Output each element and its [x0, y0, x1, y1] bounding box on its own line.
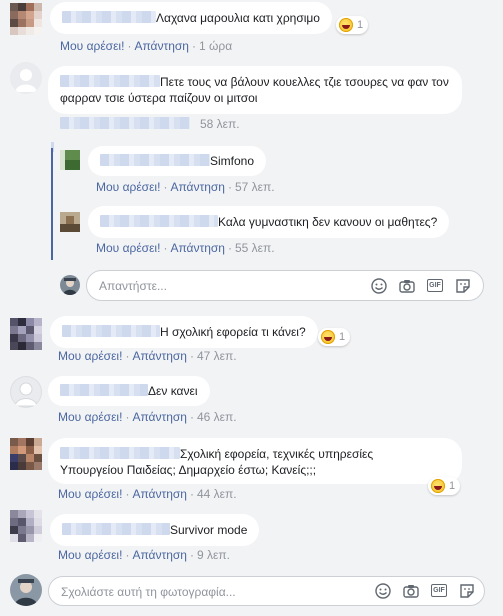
smiley-icon[interactable] [374, 582, 392, 600]
sticker-icon[interactable] [454, 277, 472, 295]
replier-name[interactable] [100, 154, 210, 166]
commenter-name[interactable] [60, 75, 160, 87]
comment-input[interactable] [61, 583, 311, 601]
comment-actions: Μου αρέσει! · Απάντηση · 9 λεπ. [58, 548, 230, 562]
like-link[interactable]: Μου αρέσει! [96, 241, 160, 255]
comment-actions: Μου αρέσει! · Απάντηση · 44 λεπ. [58, 487, 237, 501]
comment-text: Δεν κανει [148, 384, 198, 398]
commenter-avatar[interactable] [10, 510, 42, 542]
reply-link[interactable]: Απάντηση [132, 410, 187, 424]
reply-link[interactable]: Απάντηση [134, 39, 189, 53]
commenter-avatar[interactable] [10, 438, 42, 470]
commenter-name[interactable] [62, 11, 156, 23]
timestamp[interactable]: 55 λεπ. [235, 241, 275, 255]
current-user-avatar[interactable] [10, 574, 42, 606]
timestamp[interactable]: 58 λεπ. [200, 117, 240, 131]
reply-bubble: Καλα γυμναστικη δεν κανουν οι μαθητες? [88, 206, 450, 238]
comment-bubble: Σχολική εφορεία, τεχνικές υπηρεσίες Υπου… [48, 438, 462, 484]
commenter-name[interactable] [62, 523, 170, 535]
laughing-emoji-icon [339, 18, 353, 32]
reaction-count[interactable]: 1 [318, 328, 351, 346]
comment-text: Η σχολική εφορεία τι κάνει? [160, 325, 306, 339]
comment-actions: Μου αρέσει! · Απάντηση · 47 λεπ. [58, 349, 237, 363]
like-link[interactable]: Μου αρέσει! [58, 349, 122, 363]
smiley-icon[interactable] [370, 277, 388, 295]
reply-bubble: Simfono [88, 146, 267, 176]
timestamp[interactable]: 57 λεπ. [235, 180, 275, 194]
reply-link[interactable]: Απάντηση [132, 349, 187, 363]
reply-input-box: GIF [86, 270, 484, 301]
camera-icon[interactable] [402, 582, 420, 600]
reply-actions: Μου αρέσει! · Απάντηση · 57 λεπ. [96, 180, 275, 194]
comment-actions: Μου αρέσει! · Απάντηση · 46 λεπ. [58, 410, 237, 424]
thread-line [51, 148, 53, 260]
comment-text: Survivor mode [170, 523, 248, 537]
comment-text-line2: Υπουργείου Παιδείας; Δημαρχείο έστω; Καν… [60, 463, 317, 477]
commenter-avatar[interactable] [10, 3, 42, 35]
timestamp[interactable]: 47 λεπ. [197, 349, 237, 363]
reply-avatar[interactable] [60, 212, 80, 232]
like-link[interactable]: Μου αρέσει! [60, 39, 124, 53]
sticker-icon[interactable] [458, 582, 476, 600]
reply-link[interactable]: Απάντηση [170, 180, 225, 194]
reply-link[interactable]: Απάντηση [170, 241, 225, 255]
timestamp[interactable]: 46 λεπ. [197, 410, 237, 424]
timestamp[interactable]: 9 λεπ. [197, 548, 230, 562]
comment-actions: Μου αρέσει! · Απάντηση · 1 ώρα [60, 39, 233, 53]
commenter-name[interactable] [60, 384, 148, 396]
like-link[interactable]: Μου αρέσει! [96, 180, 160, 194]
gif-icon[interactable]: GIF [426, 277, 444, 295]
reaction-count[interactable]: 1 [336, 16, 369, 34]
timestamp[interactable]: 44 λεπ. [197, 487, 237, 501]
reply-avatar[interactable] [60, 150, 80, 170]
current-user-avatar[interactable] [60, 275, 80, 295]
like-link[interactable]: Μου αρέσει! [58, 548, 122, 562]
reply-link[interactable]: Απάντηση [132, 548, 187, 562]
comment-bubble: Η σχολική εφορεία τι κάνει? [50, 316, 318, 348]
commenter-avatar[interactable] [10, 318, 42, 350]
reaction-count[interactable]: 1 [428, 477, 461, 495]
comment-bubble: Πετε τους να βάλουν κουελλες τζιε τσουρε… [48, 66, 462, 114]
replier-name[interactable] [100, 215, 218, 227]
comment-input-box: GIF [48, 576, 485, 606]
hidden-actions [60, 117, 190, 129]
commenter-name[interactable] [60, 447, 180, 459]
reply-text: Καλα γυμναστικη δεν κανουν οι μαθητες? [218, 215, 438, 229]
reply-input[interactable] [99, 277, 349, 295]
commenter-avatar[interactable] [10, 62, 42, 94]
commenter-name[interactable] [62, 325, 160, 337]
comment-bubble: Δεν κανει [48, 376, 210, 406]
comment-bubble: Λαχανα μαρουλια κατι χρησιμο [50, 2, 332, 34]
reply-link[interactable]: Απάντηση [132, 487, 187, 501]
timestamp[interactable]: 1 ώρα [199, 39, 232, 53]
laughing-emoji-icon [321, 330, 335, 344]
reply-text: Simfono [210, 154, 255, 168]
camera-icon[interactable] [398, 277, 416, 295]
comment-actions: 58 λεπ. [60, 117, 240, 131]
comment-bubble: Survivor mode [50, 514, 260, 546]
commenter-avatar[interactable] [10, 376, 42, 408]
laughing-emoji-icon [431, 479, 445, 493]
comment-text-line1: Σχολική εφορεία, τεχνικές υπηρεσίες [180, 447, 374, 461]
gif-icon[interactable]: GIF [430, 582, 448, 600]
like-link[interactable]: Μου αρέσει! [58, 487, 122, 501]
reply-actions: Μου αρέσει! · Απάντηση · 55 λεπ. [96, 241, 275, 255]
comment-text: Λαχανα μαρουλια κατι χρησιμο [156, 11, 320, 25]
like-link[interactable]: Μου αρέσει! [58, 410, 122, 424]
